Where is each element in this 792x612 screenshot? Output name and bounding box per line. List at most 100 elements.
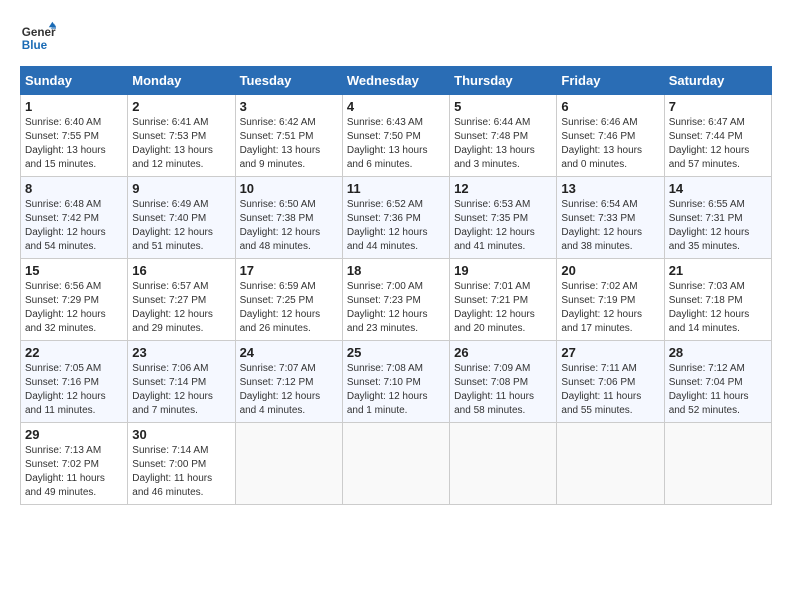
day-number: 26	[454, 345, 552, 360]
day-number: 25	[347, 345, 445, 360]
calendar-cell: 2 Sunrise: 6:41 AMSunset: 7:53 PMDayligh…	[128, 95, 235, 177]
day-number: 12	[454, 181, 552, 196]
weekday-saturday: Saturday	[664, 67, 771, 95]
day-info: Sunrise: 7:07 AMSunset: 7:12 PMDaylight:…	[240, 362, 338, 418]
svg-text:General: General	[22, 26, 56, 39]
day-info: Sunrise: 7:06 AMSunset: 7:14 PMDaylight:…	[132, 362, 230, 418]
calendar-cell: 28 Sunrise: 7:12 AMSunset: 7:04 PMDaylig…	[664, 341, 771, 423]
day-info: Sunrise: 7:11 AMSunset: 7:06 PMDaylight:…	[561, 362, 659, 418]
weekday-wednesday: Wednesday	[342, 67, 449, 95]
day-number: 1	[25, 99, 123, 114]
day-number: 22	[25, 345, 123, 360]
calendar-cell	[664, 423, 771, 505]
day-number: 20	[561, 263, 659, 278]
weekday-monday: Monday	[128, 67, 235, 95]
day-number: 8	[25, 181, 123, 196]
day-number: 28	[669, 345, 767, 360]
calendar-cell: 18 Sunrise: 7:00 AMSunset: 7:23 PMDaylig…	[342, 259, 449, 341]
calendar-cell: 17 Sunrise: 6:59 AMSunset: 7:25 PMDaylig…	[235, 259, 342, 341]
day-info: Sunrise: 7:12 AMSunset: 7:04 PMDaylight:…	[669, 362, 767, 418]
day-number: 14	[669, 181, 767, 196]
day-number: 17	[240, 263, 338, 278]
calendar-cell: 19 Sunrise: 7:01 AMSunset: 7:21 PMDaylig…	[450, 259, 557, 341]
weekday-sunday: Sunday	[21, 67, 128, 95]
calendar-cell: 23 Sunrise: 7:06 AMSunset: 7:14 PMDaylig…	[128, 341, 235, 423]
day-info: Sunrise: 7:00 AMSunset: 7:23 PMDaylight:…	[347, 280, 445, 336]
day-number: 18	[347, 263, 445, 278]
calendar-cell: 7 Sunrise: 6:47 AMSunset: 7:44 PMDayligh…	[664, 95, 771, 177]
calendar-cell	[342, 423, 449, 505]
day-info: Sunrise: 6:59 AMSunset: 7:25 PMDaylight:…	[240, 280, 338, 336]
calendar-cell: 9 Sunrise: 6:49 AMSunset: 7:40 PMDayligh…	[128, 177, 235, 259]
week-row-5: 29 Sunrise: 7:13 AMSunset: 7:02 PMDaylig…	[21, 423, 772, 505]
day-info: Sunrise: 6:44 AMSunset: 7:48 PMDaylight:…	[454, 116, 552, 172]
day-number: 27	[561, 345, 659, 360]
calendar-cell: 3 Sunrise: 6:42 AMSunset: 7:51 PMDayligh…	[235, 95, 342, 177]
day-info: Sunrise: 7:02 AMSunset: 7:19 PMDaylight:…	[561, 280, 659, 336]
calendar-cell: 4 Sunrise: 6:43 AMSunset: 7:50 PMDayligh…	[342, 95, 449, 177]
day-info: Sunrise: 6:47 AMSunset: 7:44 PMDaylight:…	[669, 116, 767, 172]
day-number: 16	[132, 263, 230, 278]
calendar-cell: 1 Sunrise: 6:40 AMSunset: 7:55 PMDayligh…	[21, 95, 128, 177]
day-info: Sunrise: 6:42 AMSunset: 7:51 PMDaylight:…	[240, 116, 338, 172]
day-info: Sunrise: 6:48 AMSunset: 7:42 PMDaylight:…	[25, 198, 123, 254]
day-info: Sunrise: 6:50 AMSunset: 7:38 PMDaylight:…	[240, 198, 338, 254]
calendar-cell	[235, 423, 342, 505]
weekday-thursday: Thursday	[450, 67, 557, 95]
calendar-cell: 5 Sunrise: 6:44 AMSunset: 7:48 PMDayligh…	[450, 95, 557, 177]
calendar-cell: 29 Sunrise: 7:13 AMSunset: 7:02 PMDaylig…	[21, 423, 128, 505]
day-info: Sunrise: 6:46 AMSunset: 7:46 PMDaylight:…	[561, 116, 659, 172]
day-info: Sunrise: 7:13 AMSunset: 7:02 PMDaylight:…	[25, 444, 123, 500]
day-info: Sunrise: 6:55 AMSunset: 7:31 PMDaylight:…	[669, 198, 767, 254]
day-number: 29	[25, 427, 123, 442]
day-number: 13	[561, 181, 659, 196]
day-number: 24	[240, 345, 338, 360]
day-number: 7	[669, 99, 767, 114]
day-info: Sunrise: 7:05 AMSunset: 7:16 PMDaylight:…	[25, 362, 123, 418]
day-number: 9	[132, 181, 230, 196]
calendar-cell: 11 Sunrise: 6:52 AMSunset: 7:36 PMDaylig…	[342, 177, 449, 259]
calendar-cell: 26 Sunrise: 7:09 AMSunset: 7:08 PMDaylig…	[450, 341, 557, 423]
day-number: 6	[561, 99, 659, 114]
day-info: Sunrise: 7:09 AMSunset: 7:08 PMDaylight:…	[454, 362, 552, 418]
calendar-cell: 12 Sunrise: 6:53 AMSunset: 7:35 PMDaylig…	[450, 177, 557, 259]
calendar-cell: 21 Sunrise: 7:03 AMSunset: 7:18 PMDaylig…	[664, 259, 771, 341]
day-info: Sunrise: 7:08 AMSunset: 7:10 PMDaylight:…	[347, 362, 445, 418]
calendar-cell: 15 Sunrise: 6:56 AMSunset: 7:29 PMDaylig…	[21, 259, 128, 341]
day-info: Sunrise: 6:54 AMSunset: 7:33 PMDaylight:…	[561, 198, 659, 254]
day-info: Sunrise: 6:52 AMSunset: 7:36 PMDaylight:…	[347, 198, 445, 254]
calendar-cell: 8 Sunrise: 6:48 AMSunset: 7:42 PMDayligh…	[21, 177, 128, 259]
day-info: Sunrise: 6:53 AMSunset: 7:35 PMDaylight:…	[454, 198, 552, 254]
day-number: 21	[669, 263, 767, 278]
day-info: Sunrise: 6:49 AMSunset: 7:40 PMDaylight:…	[132, 198, 230, 254]
calendar-cell: 24 Sunrise: 7:07 AMSunset: 7:12 PMDaylig…	[235, 341, 342, 423]
day-info: Sunrise: 6:56 AMSunset: 7:29 PMDaylight:…	[25, 280, 123, 336]
svg-text:Blue: Blue	[22, 39, 48, 52]
day-number: 30	[132, 427, 230, 442]
calendar-cell: 16 Sunrise: 6:57 AMSunset: 7:27 PMDaylig…	[128, 259, 235, 341]
day-info: Sunrise: 6:57 AMSunset: 7:27 PMDaylight:…	[132, 280, 230, 336]
day-number: 15	[25, 263, 123, 278]
day-info: Sunrise: 7:03 AMSunset: 7:18 PMDaylight:…	[669, 280, 767, 336]
calendar-cell: 6 Sunrise: 6:46 AMSunset: 7:46 PMDayligh…	[557, 95, 664, 177]
calendar-cell: 25 Sunrise: 7:08 AMSunset: 7:10 PMDaylig…	[342, 341, 449, 423]
calendar-cell: 22 Sunrise: 7:05 AMSunset: 7:16 PMDaylig…	[21, 341, 128, 423]
day-info: Sunrise: 6:43 AMSunset: 7:50 PMDaylight:…	[347, 116, 445, 172]
week-row-3: 15 Sunrise: 6:56 AMSunset: 7:29 PMDaylig…	[21, 259, 772, 341]
day-number: 11	[347, 181, 445, 196]
day-number: 10	[240, 181, 338, 196]
day-number: 4	[347, 99, 445, 114]
calendar-cell: 13 Sunrise: 6:54 AMSunset: 7:33 PMDaylig…	[557, 177, 664, 259]
weekday-tuesday: Tuesday	[235, 67, 342, 95]
weekday-row: SundayMondayTuesdayWednesdayThursdayFrid…	[21, 67, 772, 95]
day-info: Sunrise: 7:14 AMSunset: 7:00 PMDaylight:…	[132, 444, 230, 500]
calendar-cell	[450, 423, 557, 505]
day-number: 19	[454, 263, 552, 278]
calendar-cell: 27 Sunrise: 7:11 AMSunset: 7:06 PMDaylig…	[557, 341, 664, 423]
logo: General Blue	[20, 20, 56, 56]
weekday-friday: Friday	[557, 67, 664, 95]
week-row-2: 8 Sunrise: 6:48 AMSunset: 7:42 PMDayligh…	[21, 177, 772, 259]
week-row-4: 22 Sunrise: 7:05 AMSunset: 7:16 PMDaylig…	[21, 341, 772, 423]
week-row-1: 1 Sunrise: 6:40 AMSunset: 7:55 PMDayligh…	[21, 95, 772, 177]
calendar-header: SundayMondayTuesdayWednesdayThursdayFrid…	[21, 67, 772, 95]
